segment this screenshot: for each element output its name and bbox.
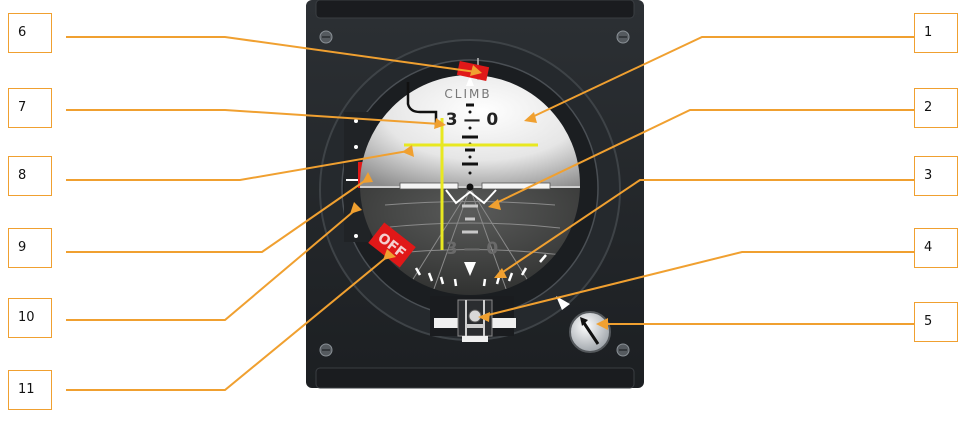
callout-8: 8: [8, 156, 52, 196]
callout-label-7: 7: [18, 100, 27, 115]
callout-6: 6: [8, 13, 52, 53]
callout-label-6: 6: [18, 25, 27, 40]
callout-3: 3: [914, 156, 958, 196]
top-panel-strip: [315, 0, 635, 19]
callout-label-11: 11: [18, 382, 35, 397]
callout-label-2: 2: [924, 100, 933, 115]
callout-label-5: 5: [924, 314, 933, 329]
climb-label: CLIMB: [444, 87, 491, 101]
callout-5: 5: [914, 302, 958, 342]
pitch-scale-top: 3 — 0: [446, 110, 499, 130]
callout-label-3: 3: [924, 168, 933, 183]
callout-2: 2: [914, 88, 958, 128]
instrument-svg: CLIMB 3 — 0 3 — 0 OFF: [66, 0, 914, 391]
callout-label-9: 9: [18, 240, 27, 255]
callout-label-1: 1: [924, 25, 933, 40]
callout-label-8: 8: [18, 168, 27, 183]
slip-indicator: [430, 296, 516, 342]
pitch-scale-bottom: 3 — 0: [446, 239, 499, 259]
callout-label-10: 10: [18, 310, 35, 325]
slip-ball: [468, 309, 482, 323]
callout-9: 9: [8, 228, 52, 268]
callout-1: 1: [914, 13, 958, 53]
bottom-panel-strip: [315, 367, 635, 389]
callout-4: 4: [914, 228, 958, 268]
callout-7: 7: [8, 88, 52, 128]
callout-10: 10: [8, 298, 52, 338]
adi-diagram: CLIMB 3 — 0 3 — 0 OFF 6 7 8 9 10 11 1 2 …: [0, 0, 962, 422]
callout-label-4: 4: [924, 240, 933, 255]
callout-11: 11: [8, 370, 52, 410]
